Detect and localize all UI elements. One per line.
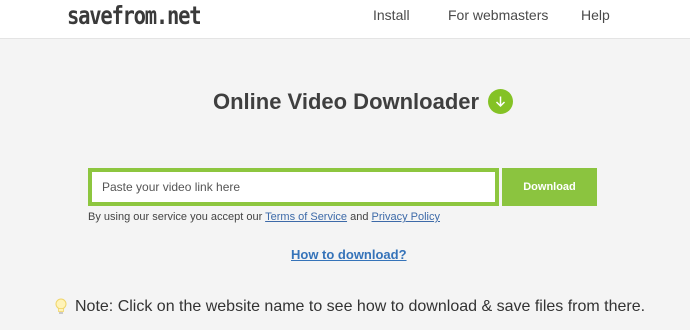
privacy-policy-link[interactable]: Privacy Policy — [372, 211, 440, 223]
download-button[interactable]: Download — [502, 168, 597, 206]
nav-for-webmasters[interactable]: For webmasters — [448, 7, 548, 23]
nav-install[interactable]: Install — [373, 7, 410, 23]
nav-help[interactable]: Help — [581, 7, 610, 23]
terms-of-service-link[interactable]: Terms of Service — [265, 211, 347, 223]
how-to-download-link[interactable]: How to download? — [291, 247, 407, 262]
terms-notice: By using our service you accept our Term… — [88, 211, 440, 223]
arrow-down-circle-icon — [488, 89, 513, 114]
top-bar: savefrom.net Install For webmasters Help — [0, 0, 690, 39]
note-text: Note: Click on the website name to see h… — [75, 298, 646, 315]
lightbulb-icon — [55, 298, 67, 316]
page-title: Online Video Downloader — [213, 89, 480, 114]
video-url-input[interactable] — [88, 168, 499, 206]
terms-prefix: By using our service you accept our — [88, 211, 263, 223]
terms-and: and — [350, 211, 369, 223]
site-logo[interactable]: savefrom.net — [67, 1, 202, 30]
